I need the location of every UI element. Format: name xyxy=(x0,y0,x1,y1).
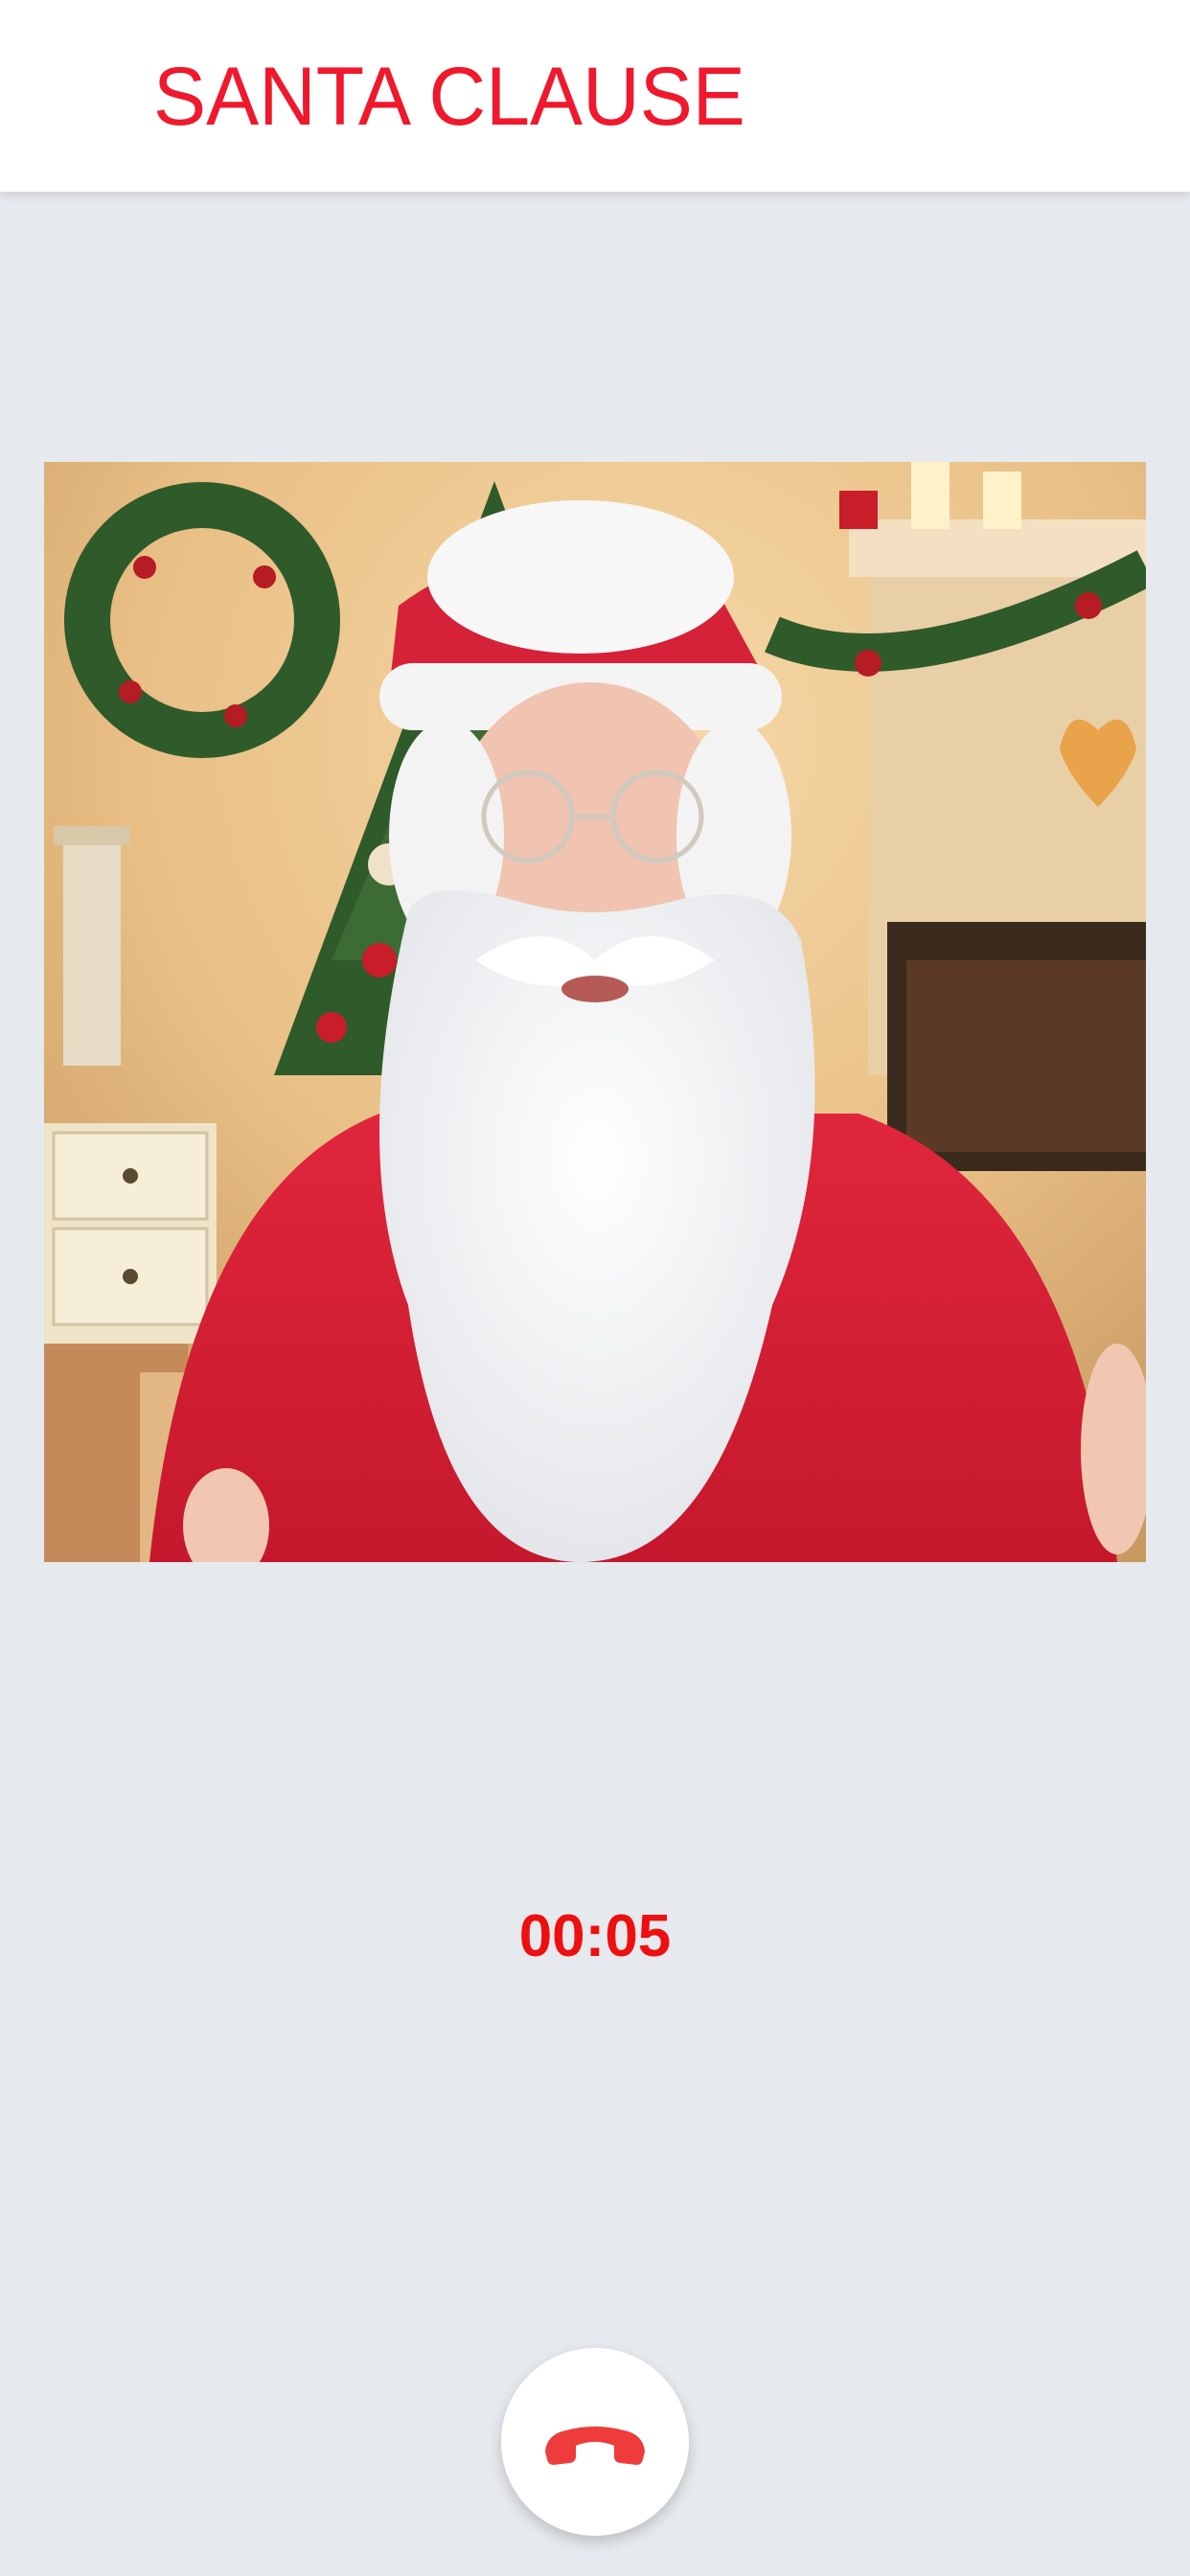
phone-hangup-icon xyxy=(545,2426,645,2465)
santa-video-illustration xyxy=(44,462,1146,1562)
call-timer: 00:05 xyxy=(518,1903,672,1969)
page-title: SANTA CLAUSE xyxy=(153,51,745,143)
end-call-button[interactable] xyxy=(501,2348,689,2536)
app-bar: SANTA CLAUSE xyxy=(0,0,1190,192)
video-feed xyxy=(44,462,1146,1562)
